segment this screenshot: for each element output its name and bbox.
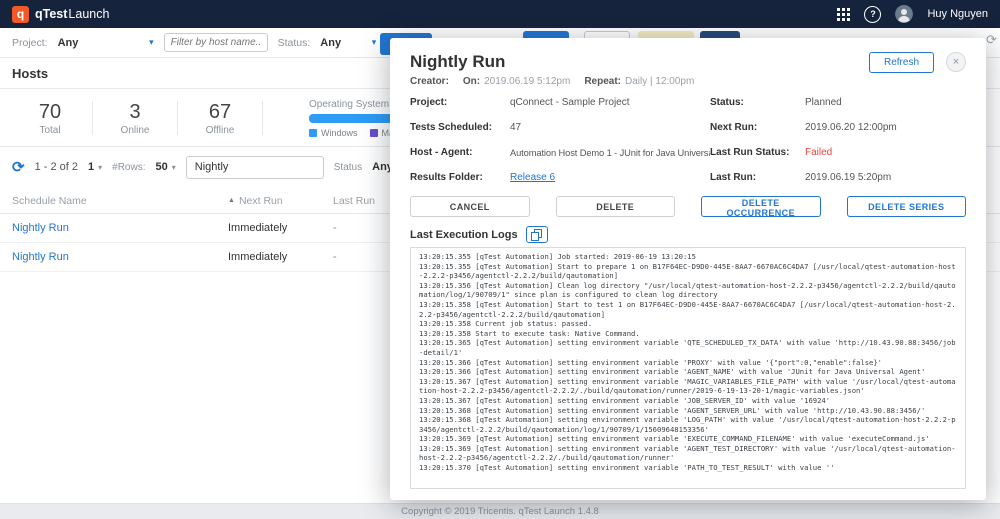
repeat-value: Daily | 12:00pm bbox=[625, 76, 694, 87]
host-name-filter-input[interactable] bbox=[164, 33, 268, 52]
status-label: Status: bbox=[710, 97, 805, 109]
results-folder-label: Results Folder: bbox=[410, 172, 510, 184]
schedule-name-filter-input[interactable] bbox=[186, 156, 324, 179]
repeat-label: Repeat: bbox=[584, 76, 621, 87]
modal-meta-row: Creator: On: 2019.06.19 5:12pm Repeat: D… bbox=[410, 76, 966, 87]
next-run-label: Next Run: bbox=[710, 122, 805, 134]
status-value: Planned bbox=[805, 97, 966, 109]
brand-name-primary: qTest bbox=[35, 7, 67, 21]
qtest-logo-icon: q bbox=[12, 6, 29, 23]
stat-online-label: Online bbox=[97, 125, 173, 136]
modal-title: Nightly Run bbox=[410, 52, 869, 72]
delete-series-button[interactable]: DELETE SERIES bbox=[847, 196, 967, 217]
copy-logs-button[interactable] bbox=[526, 226, 548, 243]
on-value: 2019.06.19 5:12pm bbox=[484, 76, 570, 87]
next-run-cell: Immediately bbox=[228, 222, 333, 234]
project-filter-dropdown[interactable]: Any ▾ bbox=[58, 37, 154, 49]
project-filter-value: Any bbox=[58, 37, 79, 49]
last-run-label: Last Run: bbox=[710, 172, 805, 184]
host-agent-label: Host - Agent: bbox=[410, 147, 510, 159]
stat-offline: 67 Offline bbox=[182, 101, 258, 136]
chevron-down-icon: ▾ bbox=[172, 163, 176, 172]
qtest-launch-screen: q qTestLaunch ? Huy Nguyen Project: Any … bbox=[0, 0, 1000, 519]
schedule-link[interactable]: Nightly Run bbox=[12, 251, 69, 263]
footer: Copyright © 2019 Tricentis. qTest Launch… bbox=[0, 503, 1000, 519]
user-name[interactable]: Huy Nguyen bbox=[927, 8, 988, 20]
delete-button[interactable]: DELETE bbox=[556, 196, 676, 217]
close-icon[interactable]: × bbox=[946, 52, 966, 72]
execution-logs-header: Last Execution Logs bbox=[410, 227, 966, 242]
tests-scheduled-value: 47 bbox=[510, 122, 710, 134]
divider bbox=[262, 101, 263, 135]
on-label: On: bbox=[463, 76, 480, 87]
column-header-next-run[interactable]: ▲ Next Run bbox=[228, 195, 333, 207]
stat-total-label: Total bbox=[12, 125, 88, 136]
sort-asc-icon: ▲ bbox=[228, 197, 235, 204]
help-glyph: ? bbox=[870, 9, 876, 19]
project-label: Project: bbox=[410, 97, 510, 109]
modal-header: Nightly Run Refresh × bbox=[410, 50, 966, 74]
stat-online-value: 3 bbox=[97, 101, 173, 123]
stat-online: 3 Online bbox=[97, 101, 173, 136]
modal-details-grid: Project: qConnect - Sample Project Statu… bbox=[410, 97, 966, 184]
host-agent-value: Automation Host Demo 1 - JUnit for Java … bbox=[510, 147, 710, 159]
page-select-dropdown[interactable]: 1 ▾ bbox=[88, 161, 102, 173]
status-filter-dropdown[interactable]: Any ▾ bbox=[320, 37, 376, 49]
copyright-text: Copyright © 2019 Tricentis. qTest Launch… bbox=[401, 506, 599, 517]
schedule-status-label: Status bbox=[334, 162, 362, 173]
brand-name: qTestLaunch bbox=[35, 7, 109, 21]
legend-item-windows: Windows bbox=[309, 128, 358, 138]
last-run-status-value: Failed bbox=[805, 147, 966, 159]
status-filter-value: Any bbox=[320, 37, 341, 49]
stat-offline-label: Offline bbox=[182, 125, 258, 136]
divider bbox=[92, 101, 93, 135]
creator-label: Creator: bbox=[410, 76, 449, 87]
chevron-down-icon: ▾ bbox=[372, 37, 377, 48]
rows-per-page-value: 50 bbox=[156, 161, 168, 173]
topnav-right-cluster: ? Huy Nguyen bbox=[837, 5, 988, 23]
stat-total: 70 Total bbox=[12, 101, 88, 136]
column-header-next-run-label: Next Run bbox=[239, 195, 283, 207]
chevron-down-icon: ▾ bbox=[98, 163, 102, 172]
pagination-range: 1 - 2 of 2 bbox=[35, 161, 78, 173]
help-icon[interactable]: ? bbox=[864, 6, 881, 23]
chevron-down-icon: ▾ bbox=[149, 37, 154, 48]
next-run-cell: Immediately bbox=[228, 251, 333, 263]
stat-total-value: 70 bbox=[12, 101, 88, 123]
tests-scheduled-label: Tests Scheduled: bbox=[410, 122, 510, 134]
rows-per-page-dropdown[interactable]: 50 ▾ bbox=[156, 161, 176, 173]
status-filter-label: Status: bbox=[278, 37, 311, 49]
windows-legend-label: Windows bbox=[321, 128, 358, 138]
cancel-button[interactable]: CANCEL bbox=[410, 196, 530, 217]
page-select-value: 1 bbox=[88, 161, 94, 173]
brand-logo[interactable]: q qTestLaunch bbox=[12, 6, 109, 23]
windows-legend-swatch bbox=[309, 129, 317, 137]
refresh-button[interactable]: Refresh bbox=[869, 52, 934, 73]
mac-legend-swatch bbox=[370, 129, 378, 137]
project-filter-label: Project: bbox=[12, 37, 48, 49]
last-run-value: 2019.06.19 5:20pm bbox=[805, 172, 966, 184]
execution-logs-title: Last Execution Logs bbox=[410, 229, 518, 241]
execution-log-text[interactable]: 13:20:15.355 [qTest Automation] Job star… bbox=[410, 247, 966, 489]
refresh-list-icon[interactable]: ⟳ bbox=[12, 160, 25, 175]
stat-offline-value: 67 bbox=[182, 101, 258, 123]
apps-grid-icon[interactable] bbox=[837, 8, 850, 21]
user-avatar[interactable] bbox=[895, 5, 913, 23]
next-run-value: 2019.06.20 12:00pm bbox=[805, 122, 966, 134]
copy-icon bbox=[531, 229, 542, 241]
divider bbox=[177, 101, 178, 135]
delete-occurrence-button[interactable]: DELETE OCCURRENCE bbox=[701, 196, 821, 217]
brand-name-secondary: Launch bbox=[68, 7, 109, 21]
results-folder-link[interactable]: Release 6 bbox=[510, 172, 555, 183]
schedule-detail-modal: Nightly Run Refresh × Creator: On: 2019.… bbox=[390, 38, 986, 500]
sync-icon[interactable]: ⟳ bbox=[986, 32, 997, 48]
top-navbar: q qTestLaunch ? Huy Nguyen bbox=[0, 0, 1000, 28]
last-run-status-label: Last Run Status: bbox=[710, 147, 805, 159]
schedule-link[interactable]: Nightly Run bbox=[12, 222, 69, 234]
project-value: qConnect - Sample Project bbox=[510, 97, 710, 109]
modal-button-row: CANCEL DELETE DELETE OCCURRENCE DELETE S… bbox=[410, 196, 966, 217]
rows-per-page-label: #Rows: bbox=[112, 162, 145, 173]
column-header-schedule-name[interactable]: Schedule Name bbox=[12, 195, 228, 207]
